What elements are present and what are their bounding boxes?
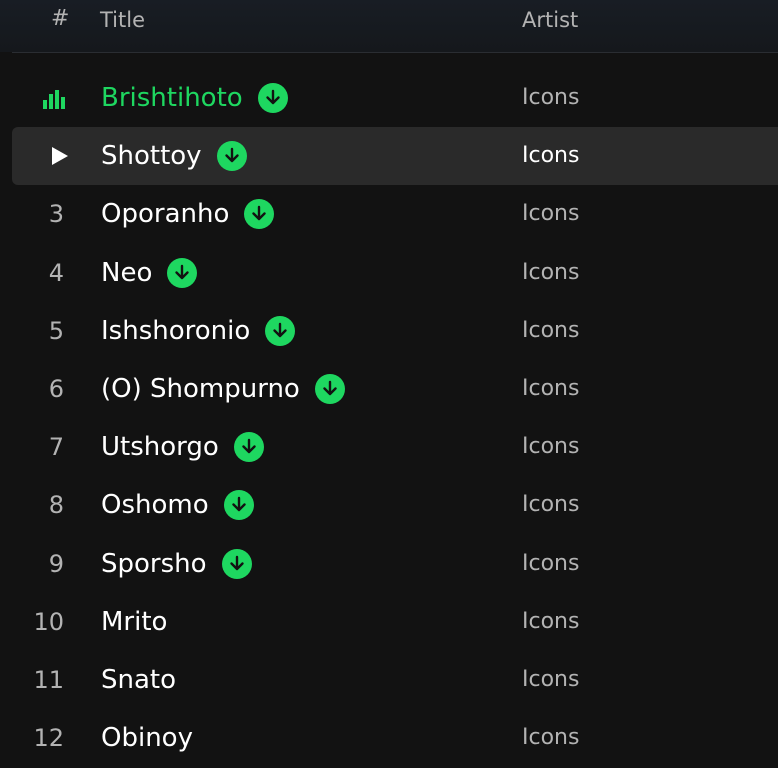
track-artist-link[interactable]: Icons: [522, 302, 579, 360]
track-row[interactable]: 10 Mrito Icons: [12, 593, 778, 651]
track-row[interactable]: Shottoy Icons: [12, 127, 778, 185]
track-title-cell: Utshorgo: [101, 418, 264, 476]
downloaded-icon: [244, 199, 275, 229]
track-title-cell: Sporsho: [101, 535, 252, 593]
track-number: 7: [48, 433, 64, 461]
track-artist-link[interactable]: Icons: [522, 69, 579, 127]
track-title[interactable]: Shottoy: [101, 141, 202, 171]
track-title-cell: Brishtihoto: [101, 69, 288, 127]
track-title-cell: Oporanho: [101, 185, 275, 243]
track-artist-link[interactable]: Icons: [522, 709, 579, 767]
track-row[interactable]: 5 Ishshoronio Icons: [12, 302, 778, 360]
track-number: 5: [48, 317, 64, 345]
track-number: 10: [33, 608, 64, 636]
now-playing-equalizer-icon: [43, 90, 65, 109]
track-title[interactable]: Brishtihoto: [101, 83, 243, 113]
track-title-cell: Mrito: [101, 593, 167, 651]
track-title-cell: (O) Shompurno: [101, 360, 345, 418]
track-row[interactable]: 7 Utshorgo Icons: [12, 418, 778, 476]
track-row[interactable]: 4 Neo Icons: [12, 244, 778, 302]
track-number: 4: [48, 259, 64, 287]
track-row[interactable]: 8 Oshomo Icons: [12, 476, 778, 534]
track-title-cell: Ishshoronio: [101, 302, 296, 360]
track-number: 11: [33, 666, 64, 694]
track-row[interactable]: 3 Oporanho Icons: [12, 185, 778, 243]
track-artist-link[interactable]: Icons: [522, 476, 579, 534]
track-title[interactable]: (O) Shompurno: [101, 374, 300, 404]
downloaded-icon: [265, 316, 296, 346]
track-number: 12: [33, 724, 64, 752]
downloaded-icon: [223, 490, 254, 520]
track-artist-link[interactable]: Icons: [522, 418, 579, 476]
track-artist-link[interactable]: Icons: [522, 127, 579, 185]
track-number: 9: [48, 550, 64, 578]
play-icon[interactable]: [50, 146, 70, 166]
downloaded-icon: [221, 549, 252, 579]
track-title[interactable]: Ishshoronio: [101, 316, 250, 346]
track-row[interactable]: 6 (O) Shompurno Icons: [12, 360, 778, 418]
tracklist-header: # Title Artist: [0, 0, 778, 52]
track-title-cell: Shottoy: [101, 127, 247, 185]
track-title[interactable]: Mrito: [101, 607, 167, 637]
header-divider: [12, 52, 778, 53]
track-title-cell: Oshomo: [101, 476, 254, 534]
track-title[interactable]: Oshomo: [101, 490, 209, 520]
track-row[interactable]: Brishtihoto Icons: [12, 69, 778, 127]
track-artist-link[interactable]: Icons: [522, 593, 579, 651]
downloaded-icon: [216, 141, 247, 171]
downloaded-icon: [233, 432, 264, 462]
track-artist-link[interactable]: Icons: [522, 360, 579, 418]
track-title-cell: Snato: [101, 651, 176, 709]
track-title[interactable]: Neo: [101, 258, 152, 288]
track-number: 8: [48, 491, 64, 519]
column-header-title[interactable]: Title: [100, 8, 145, 32]
downloaded-icon: [314, 374, 345, 404]
track-artist-link[interactable]: Icons: [522, 185, 579, 243]
column-header-number: #: [51, 6, 70, 31]
track-title[interactable]: Snato: [101, 665, 176, 695]
track-artist-link[interactable]: Icons: [522, 244, 579, 302]
track-row[interactable]: 12 Obinoy Icons: [12, 709, 778, 767]
track-artist-link[interactable]: Icons: [522, 651, 579, 709]
track-row[interactable]: 11 Snato Icons: [12, 651, 778, 709]
downloaded-icon: [167, 258, 198, 288]
track-artist-link[interactable]: Icons: [522, 535, 579, 593]
track-title[interactable]: Sporsho: [101, 549, 207, 579]
column-header-artist[interactable]: Artist: [522, 8, 578, 32]
downloaded-icon: [257, 83, 288, 113]
track-title-cell: Obinoy: [101, 709, 193, 767]
track-number: 3: [48, 200, 64, 228]
track-title[interactable]: Utshorgo: [101, 432, 219, 462]
track-title[interactable]: Oporanho: [101, 199, 229, 229]
track-title-cell: Neo: [101, 244, 198, 302]
track-row[interactable]: 9 Sporsho Icons: [12, 535, 778, 593]
track-number: 6: [48, 375, 64, 403]
track-title[interactable]: Obinoy: [101, 723, 193, 753]
